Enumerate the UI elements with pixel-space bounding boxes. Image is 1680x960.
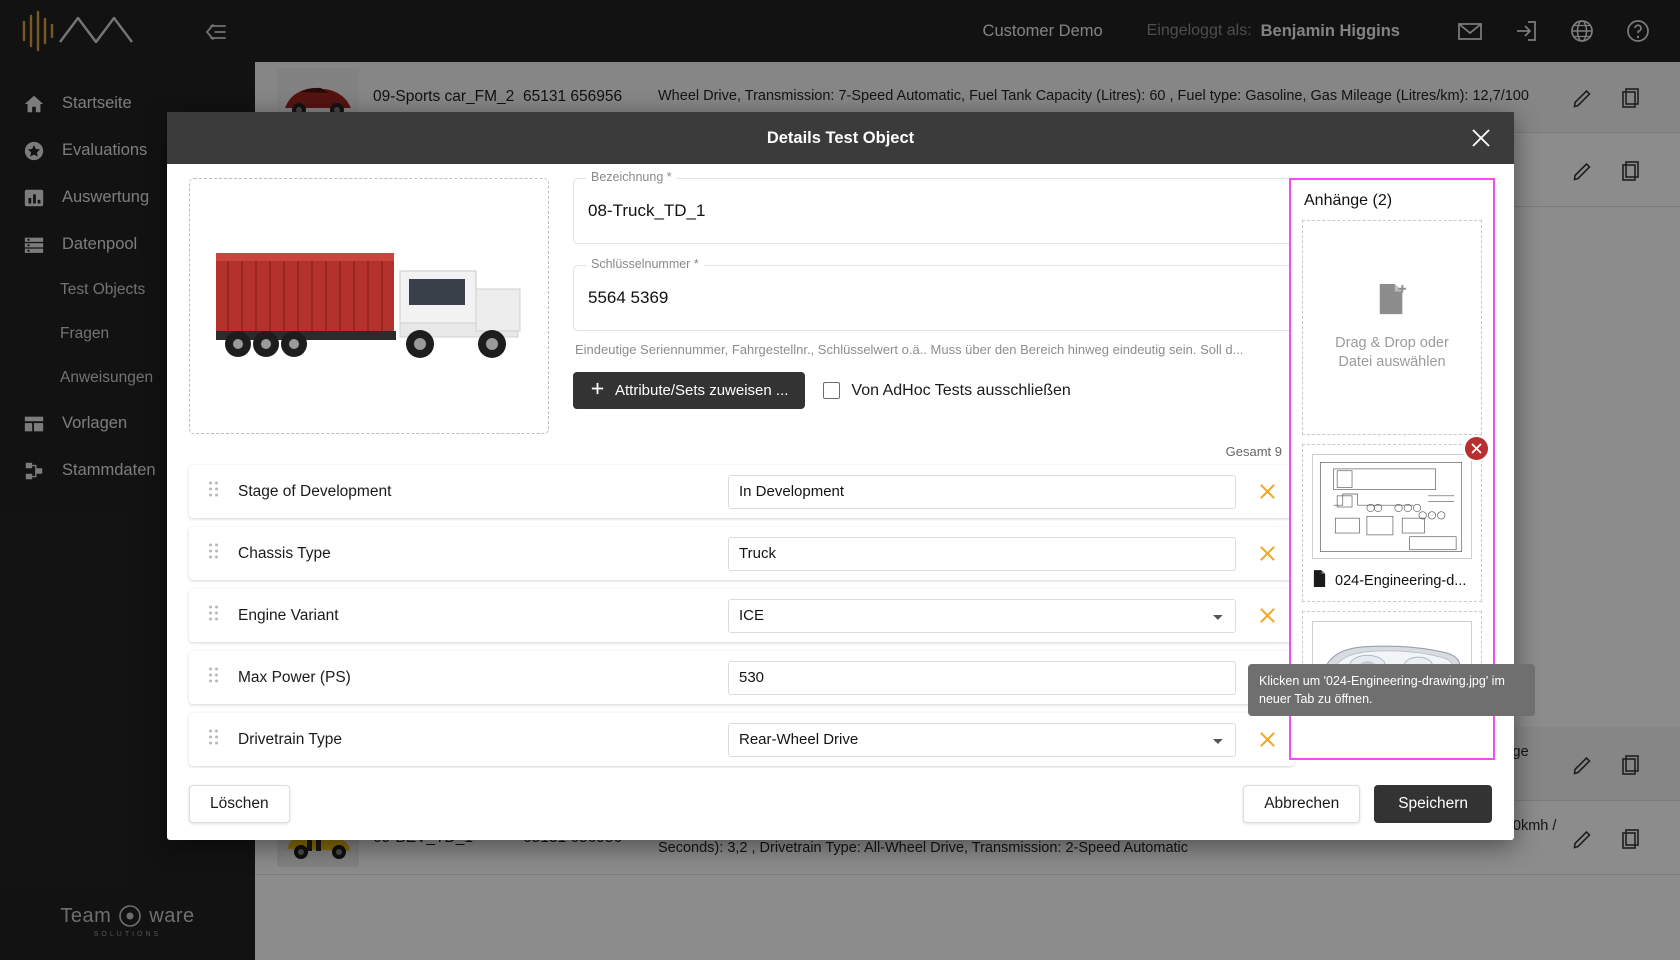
remove-attribute-icon[interactable] bbox=[1250, 605, 1284, 626]
exclude-adhoc-label: Von AdHoc Tests ausschließen bbox=[851, 381, 1071, 399]
remove-attribute-icon[interactable] bbox=[1250, 729, 1284, 750]
exclude-adhoc-checkbox[interactable]: Von AdHoc Tests ausschließen bbox=[823, 381, 1071, 400]
delete-attachment-icon[interactable] bbox=[1463, 435, 1490, 462]
attribute-label: Drivetrain Type bbox=[238, 730, 342, 748]
cancel-button[interactable]: Abbrechen bbox=[1243, 785, 1361, 823]
attribute-value-select[interactable]: ICE bbox=[728, 598, 1236, 633]
attribute-row[interactable]: Stage of Development bbox=[189, 465, 1294, 518]
total-count-label: Gesamt 9 bbox=[1225, 444, 1282, 459]
modal-header: Details Test Object bbox=[167, 112, 1514, 164]
attribute-label: Engine Variant bbox=[238, 606, 339, 624]
modal-footer: Löschen Abbrechen Speichern bbox=[167, 768, 1514, 840]
attachment-item[interactable]: 024-Engineering-d... bbox=[1302, 435, 1490, 602]
attribute-row[interactable]: Chassis Type bbox=[189, 527, 1294, 580]
attribute-label: Chassis Type bbox=[238, 544, 331, 562]
close-icon[interactable] bbox=[1468, 125, 1494, 151]
drag-handle-icon[interactable] bbox=[207, 542, 220, 565]
dropzone-line-1: Drag & Drop oder bbox=[1335, 334, 1449, 351]
attachment-name: 024-Engineering-d... bbox=[1335, 572, 1467, 589]
attachment-tooltip: Klicken um '024-Engineering-drawing.jpg'… bbox=[1248, 664, 1535, 717]
attribute-row[interactable]: Max Power (PS) bbox=[189, 651, 1294, 704]
drag-handle-icon[interactable] bbox=[207, 604, 220, 627]
schluesselnummer-value: 5564 5369 bbox=[588, 288, 669, 307]
assign-attributes-button[interactable]: Attribute/Sets zuweisen ... bbox=[573, 372, 806, 409]
modal-title: Details Test Object bbox=[766, 128, 915, 147]
assign-attributes-label: Attribute/Sets zuweisen ... bbox=[615, 382, 789, 399]
drag-handle-icon[interactable] bbox=[207, 480, 220, 503]
checkbox-box[interactable] bbox=[823, 382, 841, 399]
file-icon bbox=[1312, 569, 1327, 592]
drag-handle-icon[interactable] bbox=[207, 728, 220, 751]
attribute-value-input[interactable] bbox=[728, 474, 1236, 509]
save-button[interactable]: Speichern bbox=[1374, 785, 1492, 823]
attribute-label: Stage of Development bbox=[238, 482, 392, 500]
schluesselnummer-label: Schlüsselnummer * bbox=[586, 257, 704, 271]
attribute-value-input[interactable] bbox=[728, 660, 1236, 695]
attachment-dropzone[interactable]: Drag & Drop oder Datei auswählen bbox=[1302, 220, 1482, 435]
delete-button[interactable]: Löschen bbox=[189, 785, 290, 823]
drag-handle-icon[interactable] bbox=[207, 666, 220, 689]
remove-attribute-icon[interactable] bbox=[1250, 543, 1284, 564]
test-object-image[interactable] bbox=[189, 178, 549, 434]
attribute-row[interactable]: Engine Variant ICE bbox=[189, 589, 1294, 642]
attribute-value-input[interactable] bbox=[728, 536, 1236, 571]
attribute-row[interactable]: Drivetrain Type Rear-Wheel Drive bbox=[189, 713, 1294, 766]
bezeichnung-label: Bezeichnung * bbox=[586, 170, 677, 184]
remove-attribute-icon[interactable] bbox=[1250, 481, 1284, 502]
attribute-label: Max Power (PS) bbox=[238, 668, 351, 686]
plus-icon bbox=[590, 381, 605, 400]
attribute-value-select[interactable]: Rear-Wheel Drive bbox=[728, 722, 1236, 757]
bezeichnung-value: 08-Truck_TD_1 bbox=[588, 201, 706, 220]
file-add-icon bbox=[1376, 282, 1408, 325]
attachment-thumbnail bbox=[1312, 454, 1472, 559]
dropzone-line-2: Datei auswählen bbox=[1338, 354, 1446, 371]
attachments-title: Anhänge (2) bbox=[1304, 192, 1393, 209]
details-test-object-dialog: Details Test Object Bezeichnung * 08-Tru… bbox=[167, 112, 1514, 840]
